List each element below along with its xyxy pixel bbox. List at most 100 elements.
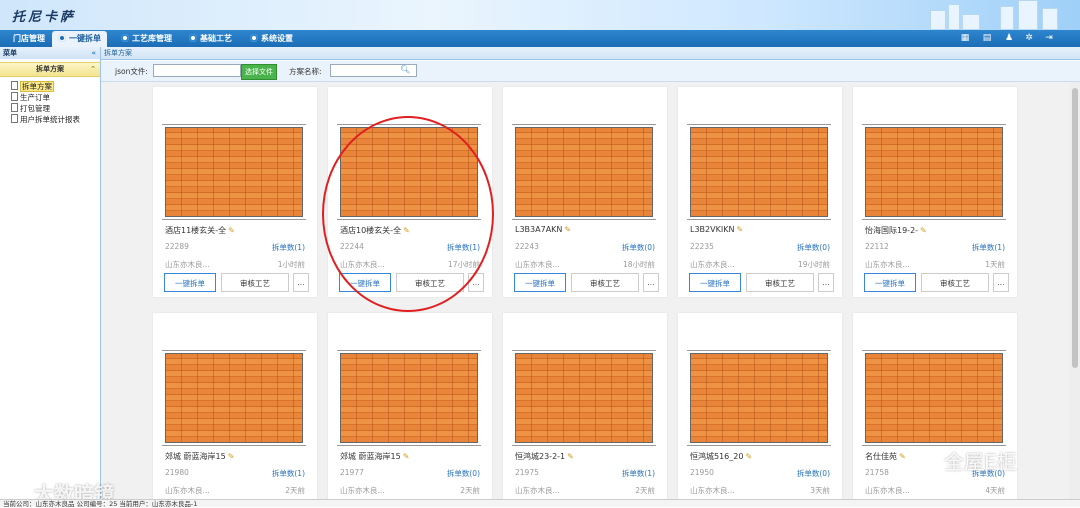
- pencil-icon[interactable]: ✎: [228, 226, 235, 235]
- more-button[interactable]: ...: [293, 273, 309, 292]
- status-bar: 当前公司：山东亦木良品 公司编号：25 当前用户：山东亦木良品-1: [0, 499, 1080, 508]
- plan-thumbnail[interactable]: [162, 350, 306, 446]
- plan-name: 郊城 蔚蓝海岸15 ✎: [165, 451, 234, 462]
- app-header: 托尼卡萨: [0, 0, 1080, 30]
- split-count-link[interactable]: 拆单数(1): [272, 242, 305, 253]
- review-process-button[interactable]: 审核工艺: [571, 273, 639, 292]
- plan-name-text: 名仕佳苑: [865, 452, 897, 461]
- sidebar-item-user-report[interactable]: 用户拆单统计报表: [11, 114, 100, 125]
- plan-thumbnail[interactable]: [512, 124, 656, 220]
- nav-system-settings[interactable]: 系统设置: [250, 30, 293, 47]
- one-click-split-button[interactable]: 一键拆单: [864, 273, 916, 292]
- plan-name-text: 酒店10楼玄关-全: [340, 226, 402, 235]
- pencil-icon[interactable]: ✎: [920, 226, 927, 235]
- header-toolbar: ▦ ▤ ♟ ✲ ⇥: [952, 30, 1080, 47]
- chevron-up-icon[interactable]: ⌃: [90, 63, 96, 76]
- split-count-link[interactable]: 拆单数(1): [272, 468, 305, 479]
- plan-thumbnail[interactable]: [512, 350, 656, 446]
- pencil-icon[interactable]: ✎: [567, 452, 574, 461]
- split-count-link[interactable]: 拆单数(0): [447, 468, 480, 479]
- split-count-link[interactable]: 拆单数(1): [622, 468, 655, 479]
- plan-thumbnail[interactable]: [162, 124, 306, 220]
- pencil-icon[interactable]: ✎: [745, 452, 752, 461]
- sidebar-item-split-plan[interactable]: 拆单方案: [11, 81, 100, 92]
- plan-card[interactable]: 恒鸿城516_20✎21950拆单数(0)山东亦木良...3天前一键拆单审核工艺…: [678, 313, 842, 499]
- split-count-link[interactable]: 拆单数(0): [797, 242, 830, 253]
- search-icon[interactable]: 🔍︎: [400, 65, 410, 75]
- nav-process-library[interactable]: 工艺库管理: [121, 30, 172, 47]
- plan-card[interactable]: 酒店10楼玄关-全 ✎ 22244 拆单数(1) 山东亦木良... 17小时前一键拆单 审核…: [328, 87, 492, 297]
- collapse-icon[interactable]: «: [91, 47, 96, 59]
- plan-card[interactable]: L3B3A7AKN ✎ 22243 拆单数(0) 山东亦木良... 18小时前 一键拆单 审核…: [503, 87, 667, 297]
- plan-thumbnail[interactable]: [862, 124, 1006, 220]
- plan-time: 18小时前: [622, 260, 655, 269]
- review-process-button[interactable]: 审核工艺: [396, 273, 464, 292]
- split-count-link[interactable]: 拆单数(0): [622, 242, 655, 253]
- plan-time: 17小时前: [447, 260, 480, 269]
- pencil-icon[interactable]: ✎: [403, 226, 410, 235]
- sidebar-item-packaging[interactable]: 打包管理: [11, 103, 100, 114]
- plan-id: 22244: [340, 242, 364, 251]
- plan-card[interactable]: 怡海国际19-2- ✎ 22112 拆单数(1) 山东亦木良... 1天前 一键拆单 审核工艺…: [853, 87, 1017, 297]
- plan-thumbnail[interactable]: [687, 350, 831, 446]
- more-button[interactable]: ...: [643, 273, 659, 292]
- plan-company: 山东亦木良...: [865, 486, 910, 495]
- plan-thumbnail[interactable]: [337, 124, 481, 220]
- plan-id: 22243: [515, 242, 539, 251]
- review-process-button[interactable]: 审核工艺: [921, 273, 989, 292]
- calendar-icon[interactable]: ▦: [960, 33, 970, 43]
- document-icon[interactable]: ▤: [982, 33, 992, 43]
- nav-basic-process[interactable]: 基础工艺: [189, 30, 232, 47]
- pencil-icon[interactable]: ✎: [564, 225, 571, 234]
- one-click-split-button[interactable]: 一键拆单: [689, 273, 741, 292]
- plan-id: 21977: [340, 468, 364, 477]
- plan-time: 2天前: [285, 486, 305, 495]
- plan-thumbnail[interactable]: [862, 350, 1006, 446]
- sidebar-item-production-order[interactable]: 生产订单: [11, 92, 100, 103]
- plan-name: 恒鸿城516_20 ✎: [690, 451, 752, 462]
- sidebar: 菜单 « 拆单方案 ⌃ 拆单方案 生产订单 打包管理 用户拆单统计报表: [0, 47, 101, 499]
- plan-company: 山东亦木良...: [515, 486, 560, 495]
- pencil-icon[interactable]: ✎: [403, 452, 410, 461]
- one-click-split-button[interactable]: 一键拆单: [164, 273, 216, 292]
- gear-icon[interactable]: ✲: [1024, 33, 1034, 43]
- review-process-button[interactable]: 审核工艺: [221, 273, 289, 292]
- json-file-input[interactable]: [153, 64, 241, 77]
- plan-card[interactable]: 恒鸿城23-2-1✎21975拆单数(1)山东亦木良...2天前一键拆单审核工艺…: [503, 313, 667, 499]
- vertical-scrollbar[interactable]: [1070, 82, 1080, 499]
- select-file-button[interactable]: 选择文件: [241, 64, 277, 80]
- sidebar-section-split-plan[interactable]: 拆单方案 ⌃: [0, 62, 100, 77]
- split-count-link[interactable]: 拆单数(0): [797, 468, 830, 479]
- one-click-split-button[interactable]: 一键拆单: [514, 273, 566, 292]
- review-process-button[interactable]: 审核工艺: [746, 273, 814, 292]
- plan-company: 山东亦木良...: [340, 260, 385, 269]
- nav-one-click-split[interactable]: 一键拆单: [52, 31, 107, 47]
- scrollbar-thumb[interactable]: [1072, 88, 1078, 368]
- plan-thumbnail[interactable]: [687, 124, 831, 220]
- document-icon: [11, 103, 18, 112]
- plan-card[interactable]: 郊城 蔚蓝海岸15✎21977拆单数(0)山东亦木良...2天前一键拆单审核工艺…: [328, 313, 492, 499]
- plan-card[interactable]: L3B2VKIKN ✎ 22235 拆单数(0) 山东亦木良... 19小时前 一键拆单 审核…: [678, 87, 842, 297]
- nav-store-management[interactable]: 门店管理: [13, 30, 45, 47]
- plan-id: 21980: [165, 468, 189, 477]
- one-click-split-button[interactable]: 一键拆单: [339, 273, 391, 292]
- plan-card[interactable]: 酒店11楼玄关-全 ✎ 22289 拆单数(1) 山东亦木良... 1小时前 一键拆单 审核工…: [153, 87, 317, 297]
- plan-id: 22112: [865, 242, 889, 251]
- more-button[interactable]: ...: [818, 273, 834, 292]
- plan-time: 19小时前: [797, 260, 830, 269]
- pencil-icon[interactable]: ✎: [228, 452, 235, 461]
- more-button[interactable]: ...: [993, 273, 1009, 292]
- plan-name-text: 恒鸿城23-2-1: [515, 452, 566, 461]
- logout-icon[interactable]: ⇥: [1044, 33, 1054, 43]
- plan-card[interactable]: 郊城 蔚蓝海岸15✎21980拆单数(1)山东亦木良...2天前一键拆单审核工艺…: [153, 313, 317, 499]
- more-button[interactable]: ...: [468, 273, 484, 292]
- nav-label: 基础工艺: [200, 34, 232, 43]
- user-icon[interactable]: ♟: [1004, 33, 1014, 43]
- plan-thumbnail[interactable]: [337, 350, 481, 446]
- split-count-link[interactable]: 拆单数(1): [972, 242, 1005, 253]
- header-decoration: [1000, 6, 1014, 30]
- pencil-icon[interactable]: ✎: [736, 225, 743, 234]
- plan-time: 3天前: [810, 486, 830, 495]
- split-count-link[interactable]: 拆单数(1): [447, 242, 480, 253]
- pencil-icon[interactable]: ✎: [899, 452, 906, 461]
